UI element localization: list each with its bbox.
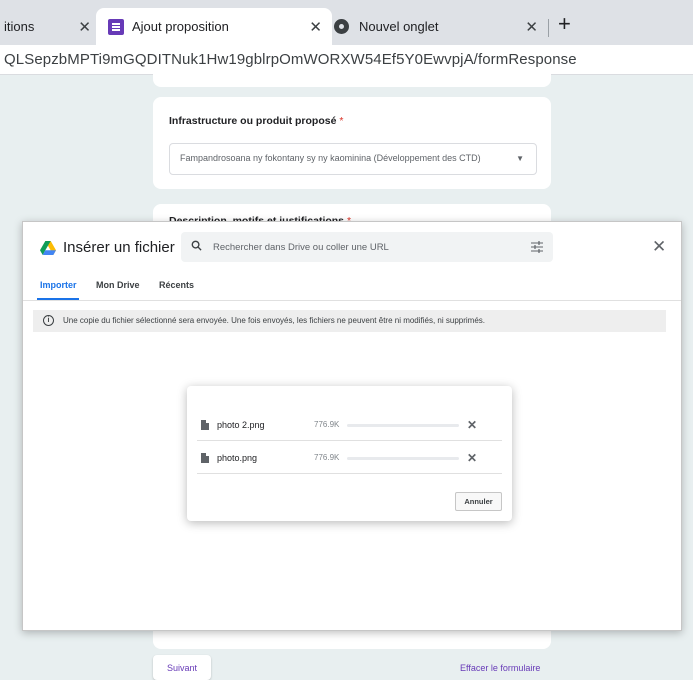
file-size: 776.9K <box>314 420 340 429</box>
info-text: Une copie du fichier sélectionné sera en… <box>63 316 486 325</box>
drive-search-box[interactable] <box>181 232 553 262</box>
cancel-upload-icon[interactable]: ✕ <box>467 418 477 432</box>
clear-form-link[interactable]: Effacer le formulaire <box>460 663 540 673</box>
google-drive-icon <box>40 241 56 255</box>
form-card-infrastructure: Infrastructure ou produit proposé * Famp… <box>153 97 551 189</box>
upload-file-row: photo.png 776.9K ✕ <box>197 442 502 474</box>
cancel-button[interactable]: Annuler <box>455 492 502 511</box>
question-title: Infrastructure ou produit proposé * <box>169 115 343 127</box>
search-icon <box>191 240 202 251</box>
google-forms-icon <box>108 18 124 35</box>
dropdown-caret-icon: ▼ <box>516 154 524 163</box>
new-tab-plus-icon[interactable]: + <box>558 13 571 35</box>
infrastructure-dropdown[interactable]: Fampandrosoana ny fokontany sy ny kaomin… <box>169 143 537 175</box>
form-card-previous <box>153 73 551 87</box>
tab-close-icon[interactable]: ✕ <box>309 18 322 36</box>
address-bar[interactable]: QLSepzbMPTi9mGQDITNuk1Hw19gblrpOmWORXW54… <box>0 45 693 75</box>
next-button[interactable]: Suivant <box>153 655 211 680</box>
dropdown-selected-value: Fampandrosoana ny fokontany sy ny kaomin… <box>180 153 481 163</box>
file-name: photo.png <box>217 453 258 463</box>
file-size: 776.9K <box>314 453 340 462</box>
url-text[interactable]: QLSepzbMPTi9mGQDITNuk1Hw19gblrpOmWORXW54… <box>4 51 577 68</box>
upload-progress-bar <box>347 424 459 427</box>
upload-progress-bar <box>347 457 459 460</box>
tab-recents[interactable]: Récents <box>159 280 194 290</box>
search-options-icon[interactable] <box>531 241 543 253</box>
tab-separator <box>548 19 549 37</box>
upload-progress-dialog: photo 2.png 776.9K ✕ photo.png 776.9K ✕ … <box>187 386 512 521</box>
upload-file-row: photo 2.png 776.9K ✕ <box>197 409 502 441</box>
browser-tab-nouvel-onglet[interactable]: Nouvel onglet ✕ <box>322 8 548 45</box>
upload-info-banner: i Une copie du fichier sélectionné sera … <box>33 310 666 332</box>
file-name: photo 2.png <box>217 420 265 430</box>
dialog-title: Insérer un fichier <box>63 239 175 256</box>
tab-label: Ajout proposition <box>132 19 229 34</box>
file-icon <box>201 453 209 463</box>
browser-tab-ajout-proposition[interactable]: Ajout proposition ✕ <box>96 8 332 45</box>
browser-tab-previous[interactable]: itions ✕ <box>0 8 105 45</box>
tab-label: itions <box>4 19 35 34</box>
info-icon: i <box>43 315 54 326</box>
tab-close-icon[interactable]: ✕ <box>78 18 91 36</box>
close-icon[interactable]: ✕ <box>652 238 666 255</box>
tab-label: Nouvel onglet <box>359 19 439 34</box>
question-text: Infrastructure ou produit proposé <box>169 115 337 127</box>
tab-mon-drive[interactable]: Mon Drive <box>96 280 140 290</box>
search-input[interactable] <box>213 238 503 256</box>
tabs-divider <box>23 300 681 301</box>
chrome-icon <box>334 19 349 34</box>
file-icon <box>201 420 209 430</box>
tab-importer[interactable]: Importer <box>40 280 77 290</box>
tab-close-icon[interactable]: ✕ <box>525 18 538 36</box>
cancel-upload-icon[interactable]: ✕ <box>467 451 477 465</box>
form-card-bottom <box>153 631 551 649</box>
required-asterisk: * <box>339 115 344 127</box>
browser-tab-bar: itions ✕ Ajout proposition ✕ Nouvel ongl… <box>0 0 693 45</box>
